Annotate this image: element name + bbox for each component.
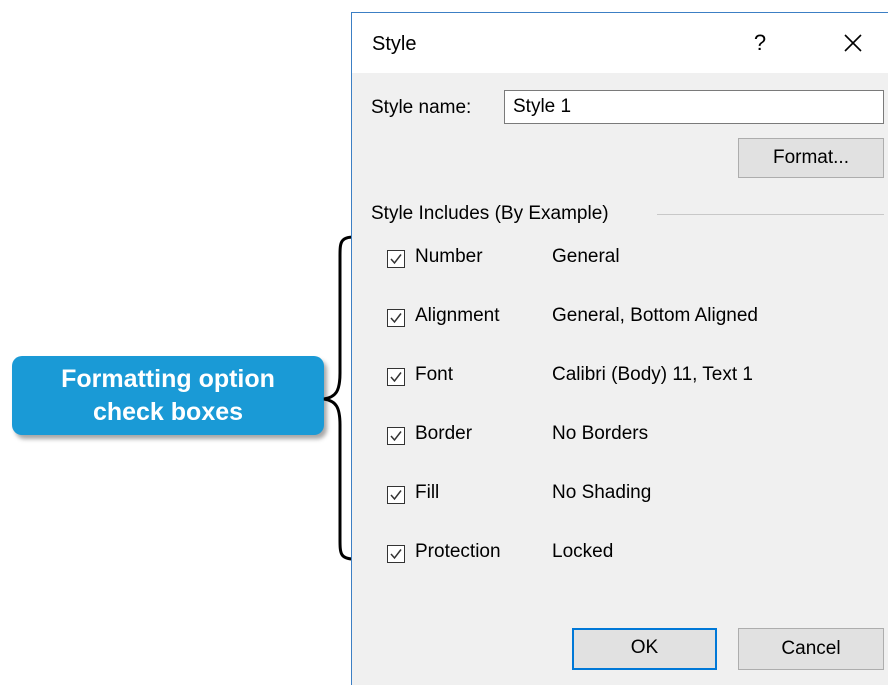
checkmark-icon — [390, 549, 402, 560]
checkmark-icon — [390, 490, 402, 501]
group-divider — [657, 214, 884, 215]
help-button[interactable]: ? — [745, 27, 775, 59]
dialog-titlebar: Style ? — [352, 13, 888, 73]
fill-label: Fill — [415, 482, 440, 503]
alignment-value: General, Bottom Aligned — [552, 305, 758, 326]
callout-line-1: Formatting option — [61, 364, 275, 393]
fill-value: No Shading — [552, 482, 652, 503]
protection-label: Protection — [415, 541, 501, 562]
alignment-checkbox[interactable] — [387, 309, 405, 327]
checkmark-icon — [390, 313, 402, 324]
border-label: Border — [415, 423, 473, 444]
checkmark-icon — [390, 254, 402, 265]
protection-checkbox[interactable] — [387, 545, 405, 563]
close-icon — [844, 34, 862, 52]
border-value: No Borders — [552, 423, 649, 444]
fill-checkbox[interactable] — [387, 486, 405, 504]
font-label: Font — [415, 364, 454, 385]
border-checkbox[interactable] — [387, 427, 405, 445]
close-button[interactable] — [836, 27, 870, 59]
style-dialog: Style ? Style name: Format... Style Incl… — [351, 12, 888, 685]
style-name-input[interactable] — [504, 90, 884, 124]
checkmark-icon — [390, 431, 402, 442]
font-value: Calibri (Body) 11, Text 1 — [552, 364, 753, 385]
dialog-title: Style — [372, 33, 417, 55]
font-checkbox[interactable] — [387, 368, 405, 386]
style-name-label: Style name: — [371, 97, 472, 118]
ok-button[interactable]: OK — [572, 628, 717, 670]
checkmark-icon — [390, 372, 402, 383]
number-checkbox[interactable] — [387, 250, 405, 268]
alignment-label: Alignment — [415, 305, 500, 326]
number-value: General — [552, 246, 620, 267]
callout-line-2: check boxes — [92, 397, 244, 426]
format-button[interactable]: Format... — [738, 138, 884, 178]
protection-value: Locked — [552, 541, 614, 562]
callout-bubble: Formatting option check boxes — [12, 356, 324, 435]
number-label: Number — [415, 246, 483, 267]
cancel-button[interactable]: Cancel — [738, 628, 884, 670]
group-label: Style Includes (By Example) — [371, 203, 609, 224]
